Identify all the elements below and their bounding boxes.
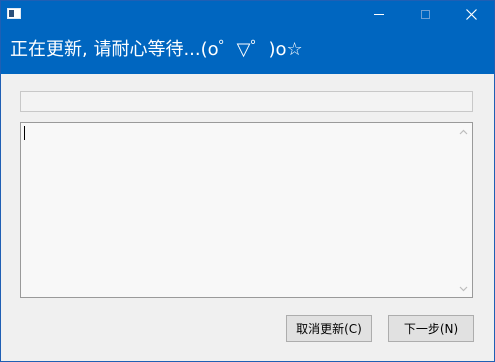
close-icon: [465, 9, 477, 20]
maximize-icon: [420, 10, 430, 19]
text-caret: [24, 126, 25, 140]
scroll-down-button[interactable]: [455, 280, 472, 297]
app-icon[interactable]: [7, 8, 21, 19]
vertical-scrollbar[interactable]: [455, 123, 472, 297]
minimize-button[interactable]: [356, 1, 402, 28]
next-button[interactable]: 下一步(N): [388, 315, 474, 342]
chevron-down-icon: [459, 286, 468, 291]
title-bar[interactable]: [1, 1, 494, 28]
header-title: 正在更新, 请耐心等待...(o゜▽゜)o☆: [10, 39, 303, 60]
header-banner: 正在更新, 请耐心等待...(o゜▽゜)o☆: [1, 28, 494, 74]
minimize-icon: [374, 14, 384, 15]
close-button[interactable]: [448, 1, 494, 28]
updater-window: 正在更新, 请耐心等待...(o゜▽゜)o☆ 取消更新(C) 下一步(N): [0, 0, 495, 362]
maximize-button: [402, 1, 448, 28]
update-log-box[interactable]: [20, 122, 473, 298]
cancel-update-button[interactable]: 取消更新(C): [286, 315, 372, 342]
scroll-up-button[interactable]: [455, 123, 472, 140]
chevron-up-icon: [459, 129, 468, 134]
update-log-text[interactable]: [23, 125, 453, 295]
update-progress-bar: [20, 91, 473, 112]
